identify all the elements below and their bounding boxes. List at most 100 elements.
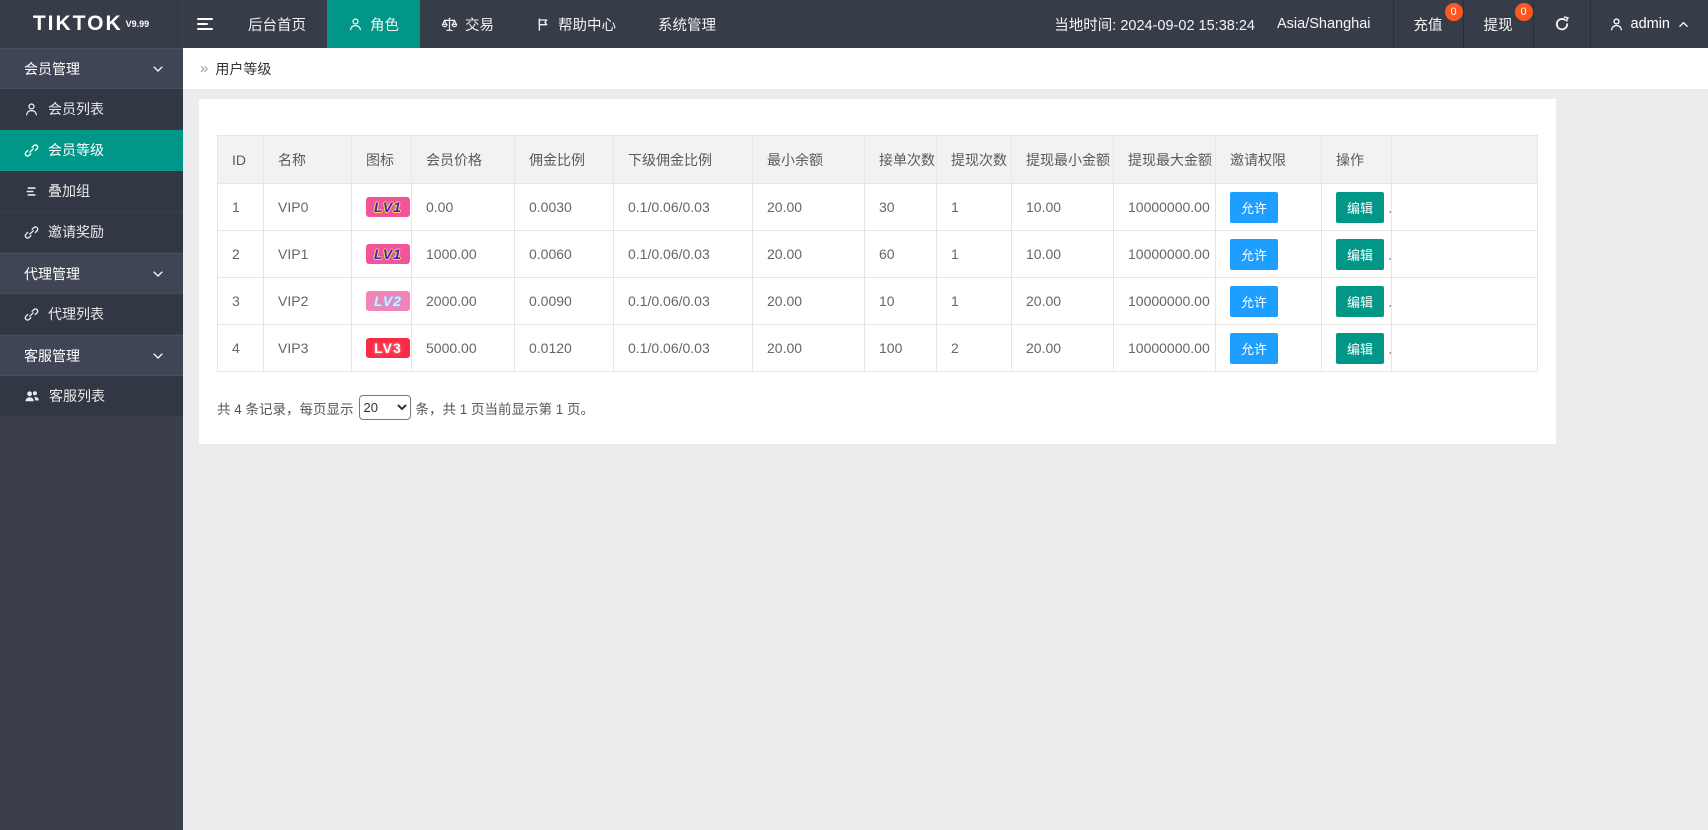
nav-help-center[interactable]: 帮助中心 [515, 0, 637, 48]
sidebar-item-service-list[interactable]: 客服列表 [0, 376, 183, 417]
cell-max-withdraw: 10000000.00 [1113, 277, 1216, 325]
sidebar-item-member-level[interactable]: 会员等级 [0, 130, 183, 171]
edit-button[interactable]: 编辑 [1336, 332, 1385, 364]
column-header: 佣金比例 [514, 135, 614, 184]
cell-icon: LV3 [351, 324, 412, 372]
sidebar-group-agent-management[interactable]: 代理管理 [0, 253, 183, 294]
more-actions[interactable]: … [1388, 200, 1390, 216]
table-row: 3 VIP2 LV2 2000.00 0.0090 0.1/0.06/0.03 20.00 1… [217, 277, 1538, 325]
withdraw-badge: 0 [1514, 3, 1533, 21]
cell-min-withdraw: 20.00 [1011, 324, 1114, 372]
sidebar-item-label: 客服列表 [49, 388, 105, 404]
cell-sub-commission: 0.1/0.06/0.03 [613, 324, 753, 372]
level-badge-image: LV1 [366, 197, 410, 217]
nav-trade[interactable]: 交易 [420, 0, 515, 48]
pagination: 共 4 条记录，每页显示 20 条，共 1 页当前显示第 1 页。 [217, 395, 1538, 420]
cell-max-withdraw: 10000000.00 [1113, 230, 1216, 278]
app-version: V9.99 [125, 19, 150, 29]
flag-icon [536, 17, 551, 32]
sidebar-group-member-management[interactable]: 会员管理 [0, 48, 183, 89]
cell-min-balance: 20.00 [752, 324, 865, 372]
cell-withdraw-times: 2 [936, 324, 1012, 372]
sidebar-item-invite-reward[interactable]: 邀请奖励 [0, 212, 183, 253]
column-header: 提现最小金额 [1011, 135, 1114, 184]
sidebar-item-stack-group[interactable]: 叠加组 [0, 171, 183, 212]
page-title: 用户等级 [215, 60, 272, 77]
refresh-button[interactable] [1532, 0, 1590, 48]
table-header-row: ID 名称 图标 会员价格 佣金比例 下级佣金比例 最小余额 接单次数 提现次数 提现最小金额 提现… [217, 135, 1538, 184]
column-header: 提现次数 [936, 135, 1012, 184]
cell-price: 2000.00 [411, 277, 515, 325]
cell-id: 4 [217, 324, 264, 372]
withdraw-button[interactable]: 提现 0 [1462, 0, 1533, 48]
cell-invite-permission: 允许 [1215, 324, 1322, 372]
nav-role[interactable]: 角色 [327, 0, 420, 48]
cell-id: 3 [217, 277, 264, 325]
sidebar-item-label: 会员列表 [48, 101, 104, 117]
edit-button[interactable]: 编辑 [1336, 285, 1385, 317]
people-icon [24, 388, 40, 404]
column-header: 名称 [263, 135, 352, 184]
cell-withdraw-times: 1 [936, 230, 1012, 278]
allow-button[interactable]: 允许 [1230, 332, 1279, 364]
sidebar-group-label: 代理管理 [24, 265, 80, 282]
cell-name: VIP0 [263, 183, 352, 231]
nav-item-label: 角色 [370, 17, 399, 34]
nav-system[interactable]: 系统管理 [637, 0, 737, 48]
cell-max-withdraw: 10000000.00 [1113, 183, 1216, 231]
sidebar-item-member-list[interactable]: 会员列表 [0, 89, 183, 130]
app-title: TIKTOK [32, 12, 123, 35]
sidebar: 会员管理会员列表会员等级 叠加组 邀请奖励代理管理代理列表 客服管理客服列表 [0, 48, 183, 830]
cell-actions: 编辑… [1321, 324, 1392, 372]
sidebar-group-service-management[interactable]: 客服管理 [0, 335, 183, 376]
cell-withdraw-times: 1 [936, 183, 1012, 231]
nav-item-label: 系统管理 [658, 17, 716, 34]
menu-toggle-icon[interactable] [183, 0, 227, 48]
allow-button[interactable]: 允许 [1230, 191, 1279, 223]
cell-icon: LV2 [351, 277, 412, 325]
edit-button[interactable]: 编辑 [1336, 238, 1385, 270]
column-header-empty [1391, 135, 1538, 184]
allow-button[interactable]: 允许 [1230, 285, 1279, 317]
more-actions[interactable]: … [1388, 247, 1390, 263]
nav-item-label: 交易 [465, 17, 494, 34]
cell-actions: 编辑… [1321, 183, 1392, 231]
recharge-button[interactable]: 充值 0 [1392, 0, 1463, 48]
app-logo: TIKTOK V9.99 [0, 0, 183, 48]
cell-min-balance: 20.00 [752, 277, 865, 325]
cell-price: 1000.00 [411, 230, 515, 278]
more-actions[interactable]: … [1388, 294, 1390, 310]
pagination-prefix: 共 4 条记录，每页显示 [217, 401, 354, 417]
more-actions[interactable]: … [1388, 341, 1390, 357]
column-header: 邀请权限 [1215, 135, 1322, 184]
cell-min-balance: 20.00 [752, 183, 865, 231]
table-row: 2 VIP1 LV1 1000.00 0.0060 0.1/0.06/0.03 20.00 6… [217, 230, 1538, 278]
cell-name: VIP3 [263, 324, 352, 372]
cell-invite-permission: 允许 [1215, 230, 1322, 278]
sidebar-item-agent-list[interactable]: 代理列表 [0, 294, 183, 335]
per-page-select[interactable]: 20 [358, 395, 411, 420]
chevron-down-icon [151, 267, 165, 281]
withdraw-label: 提现 [1483, 17, 1513, 34]
column-header: 图标 [351, 135, 412, 184]
topbar-right: 当地时间: 2024-09-02 15:38:24 Asia/Shanghai … [1032, 0, 1708, 48]
cell-order-count: 60 [864, 230, 937, 278]
nav-dashboard[interactable]: 后台首页 [227, 0, 327, 48]
breadcrumb-separator-icon: » [200, 60, 209, 77]
cell-empty [1391, 324, 1538, 372]
nav-item-label: 帮助中心 [558, 17, 616, 34]
cell-invite-permission: 允许 [1215, 183, 1322, 231]
edit-button[interactable]: 编辑 [1336, 191, 1385, 223]
cell-min-withdraw: 10.00 [1011, 183, 1114, 231]
table-card: ID 名称 图标 会员价格 佣金比例 下级佣金比例 最小余额 接单次数 提现次数 提现最小金额 提现… [199, 99, 1556, 444]
table-row: 4 VIP3 LV3 5000.00 0.0120 0.1/0.06/0.03 20.00 1… [217, 324, 1538, 372]
cell-icon: LV1 [351, 183, 412, 231]
caret-up-icon [1677, 18, 1690, 31]
user-menu[interactable]: admin [1589, 0, 1708, 48]
cell-empty [1391, 277, 1538, 325]
table-row: 1 VIP0 LV1 0.00 0.0030 0.1/0.06/0.03 20.00 30 1 1… [217, 183, 1538, 231]
person-icon [24, 102, 39, 117]
column-header: 会员价格 [411, 135, 515, 184]
local-time-box: 当地时间: 2024-09-02 15:38:24 Asia/Shanghai [1032, 0, 1392, 48]
allow-button[interactable]: 允许 [1230, 238, 1279, 270]
